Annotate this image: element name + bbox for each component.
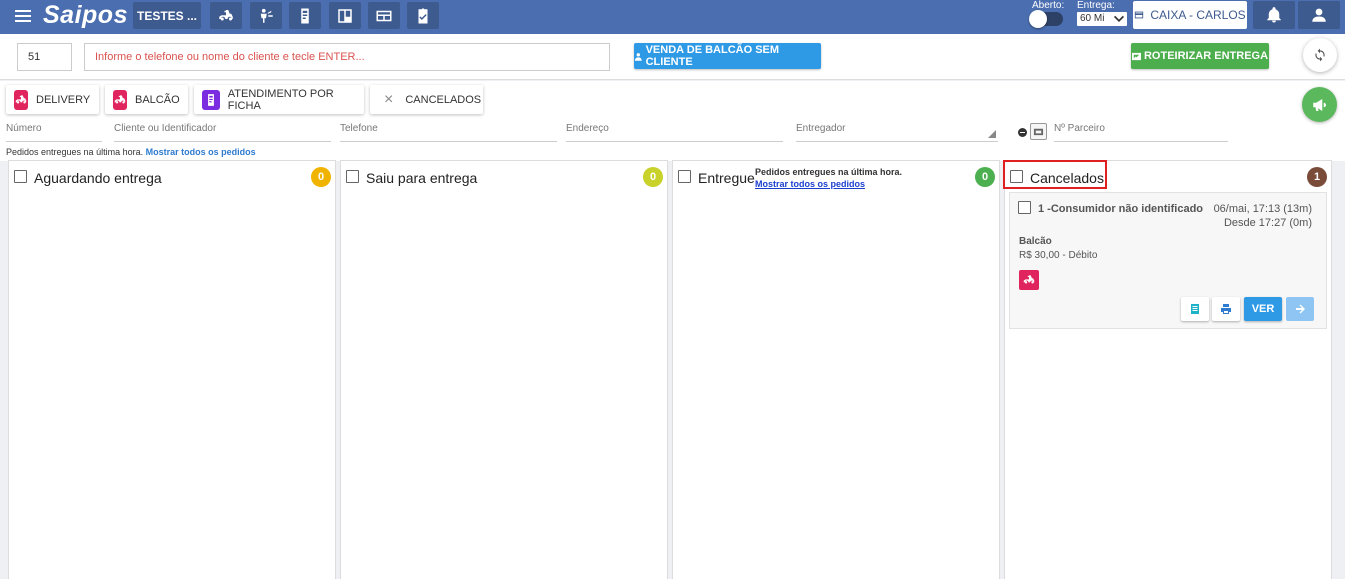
kanban-icon[interactable] <box>329 2 361 29</box>
waiter-icon[interactable] <box>250 2 282 29</box>
select-all-checkbox[interactable] <box>346 170 359 183</box>
remove-icon[interactable] <box>1018 128 1027 137</box>
filter-entregador[interactable]: Entregador <box>796 123 998 142</box>
map-icon <box>1131 52 1141 60</box>
user-icon <box>634 52 642 61</box>
show-all-orders-link[interactable]: Mostrar todos os pedidos <box>146 147 256 157</box>
receipt-icon <box>1191 304 1199 314</box>
caixa-button[interactable]: CAIXA - CARLOS <box>1133 1 1247 29</box>
store-selector-button[interactable]: TESTES ... <box>133 2 201 29</box>
filter-cliente[interactable]: Cliente ou Identificador <box>114 123 331 142</box>
cash-register-icon <box>1135 11 1144 19</box>
entregue-note: Pedidos entregues na última hora. Mostra… <box>755 166 902 190</box>
column-header: Saiu para entrega 0 <box>341 161 667 191</box>
counter-icon <box>113 89 127 110</box>
chevron-down-icon <box>1114 15 1124 22</box>
open-toggle[interactable] <box>1029 10 1063 28</box>
top-bar: Saipos TESTES ... Aberto: Entrega: 60 Mi… <box>0 0 1345 34</box>
order-checkbox[interactable] <box>1018 201 1031 214</box>
user-icon <box>1312 8 1326 22</box>
column-aguardando: Aguardando entrega 0 <box>8 160 336 579</box>
print-button[interactable] <box>1212 297 1240 321</box>
notifications-button[interactable] <box>1253 1 1295 29</box>
delivery-icon <box>14 89 28 110</box>
column-title: Saiu para entrega <box>366 170 478 186</box>
count-badge: 0 <box>311 167 331 187</box>
route-delivery-label: ROTEIRIZAR ENTREGA <box>1143 50 1269 62</box>
filter-chip-balcao[interactable]: BALCÃO <box>105 85 188 114</box>
checklist-icon[interactable] <box>407 2 439 29</box>
arrow-right-icon <box>1296 304 1305 314</box>
order-type: Balcão <box>1019 236 1052 247</box>
dropdown-caret-icon <box>988 130 996 138</box>
column-header: Entregue Pedidos entregues na última hor… <box>673 161 999 191</box>
select-all-checkbox[interactable] <box>14 170 27 183</box>
refresh-icon <box>1315 48 1325 62</box>
client-search-input[interactable] <box>84 43 610 71</box>
route-delivery-button[interactable]: ROTEIRIZAR ENTREGA <box>1131 43 1269 69</box>
highlight-outline <box>1003 160 1107 189</box>
counter-icon[interactable] <box>368 2 400 29</box>
delivery-icon <box>1019 270 1039 290</box>
user-menu-button[interactable] <box>1298 1 1340 29</box>
column-title: Aguardando entrega <box>34 170 162 186</box>
ticket-icon[interactable] <box>289 2 321 29</box>
filter-parceiro[interactable]: Nº Parceiro <box>1054 123 1228 142</box>
refresh-button[interactable] <box>1303 38 1337 72</box>
order-price: R$ 30,00 - Débito <box>1019 250 1098 261</box>
count-badge: 0 <box>643 167 663 187</box>
entregue-note-text: Pedidos entregues na última hora. <box>755 167 903 177</box>
column-saiu: Saiu para entrega 0 <box>340 160 668 579</box>
filter-chip-cancelados[interactable]: × CANCELADOS <box>370 85 483 114</box>
search-bar: 51 VENDA DE BALCÃO SEM CLIENTE ROTEIRIZA… <box>0 34 1345 80</box>
filter-endereco[interactable]: Endereço <box>566 123 783 142</box>
column-entregue: Entregue Pedidos entregues na última hor… <box>672 160 1000 579</box>
menu-icon[interactable] <box>15 10 31 22</box>
close-icon: × <box>384 90 394 108</box>
delivery-icon[interactable] <box>210 2 242 29</box>
entrega-time-value: 60 Mi <box>1080 13 1105 24</box>
chip-label: DELIVERY <box>36 93 91 106</box>
filter-area: DELIVERY BALCÃO ATENDIMENTO POR FICHA × … <box>0 81 1345 161</box>
filter-telefone[interactable]: Telefone <box>340 123 557 142</box>
column-title: Entregue <box>698 170 755 186</box>
chip-label: BALCÃO <box>135 93 180 106</box>
view-order-button[interactable]: VER <box>1244 297 1282 321</box>
counter-sale-label: VENDA DE BALCÃO SEM CLIENTE <box>645 44 780 68</box>
next-status-button[interactable] <box>1286 297 1314 321</box>
receipt-button[interactable] <box>1181 297 1209 321</box>
count-badge: 1 <box>1307 167 1327 187</box>
counter-sale-button[interactable]: VENDA DE BALCÃO SEM CLIENTE <box>634 43 821 69</box>
hint-text: Pedidos entregues na última hora. <box>6 147 144 157</box>
order-title: 1 -Consumidor não identificado <box>1038 203 1204 215</box>
filter-chip-ficha[interactable]: ATENDIMENTO POR FICHA <box>194 85 364 114</box>
logo: Saipos <box>43 1 128 29</box>
entrega-label: Entrega: <box>1077 0 1115 11</box>
order-since: Desde 17:27 (0m) <box>1223 217 1312 229</box>
order-card[interactable]: 1 -Consumidor não identificado 06/mai, 1… <box>1009 192 1327 329</box>
announcement-button[interactable] <box>1302 87 1337 122</box>
filter-numero[interactable]: Número <box>6 123 102 142</box>
printer-icon <box>1221 304 1231 314</box>
entrega-time-select[interactable]: 60 Mi <box>1077 12 1127 26</box>
megaphone-icon <box>1312 98 1326 111</box>
toggle-knob <box>1029 10 1047 28</box>
chip-label: CANCELADOS <box>405 93 482 106</box>
ticket-icon <box>202 89 220 110</box>
order-number-input[interactable]: 51 <box>17 43 72 71</box>
count-badge: 0 <box>975 167 995 187</box>
order-date: 06/mai, 17:13 (13m) <box>1213 203 1312 215</box>
chip-label: ATENDIMENTO POR FICHA <box>227 87 334 112</box>
partner-icon[interactable] <box>1030 123 1047 140</box>
select-all-checkbox[interactable] <box>678 170 691 183</box>
column-header: Aguardando entrega 0 <box>9 161 335 191</box>
filter-chip-delivery[interactable]: DELIVERY <box>6 85 99 114</box>
caixa-label: CAIXA - CARLOS <box>1150 8 1246 22</box>
show-all-orders-link[interactable]: Mostrar todos os pedidos <box>755 178 902 190</box>
delivered-hint: Pedidos entregues na última hora. Mostra… <box>6 147 256 157</box>
filter-entregador-label: Entregador <box>796 123 846 134</box>
bell-icon <box>1267 7 1281 23</box>
